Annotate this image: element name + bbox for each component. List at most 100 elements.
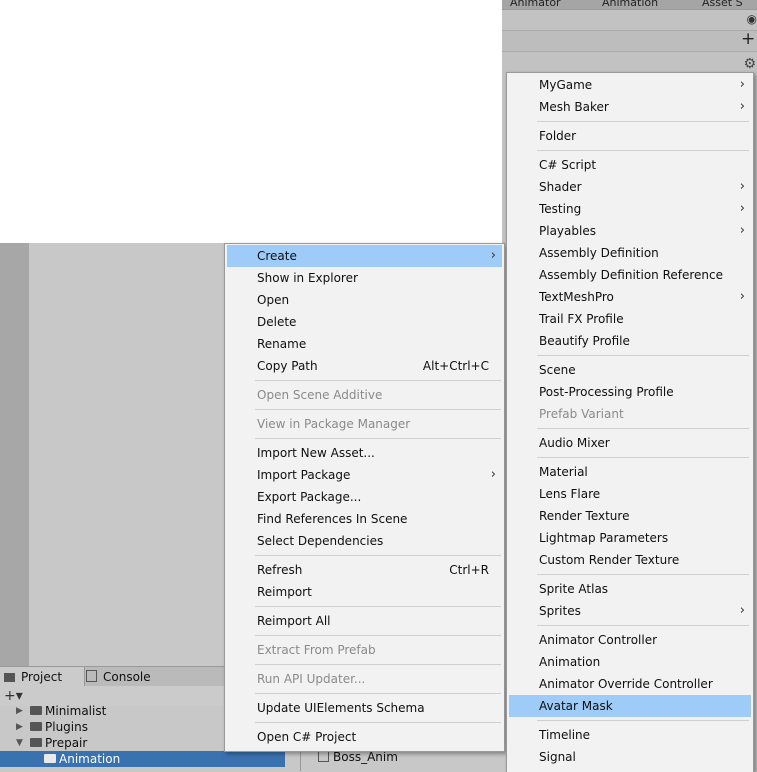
menu-item-open-scene-additive: Open Scene Additive <box>227 384 502 406</box>
tab-animator[interactable]: Animator <box>510 0 561 9</box>
submenu-item-material[interactable]: Material <box>509 461 751 483</box>
submenu-item-prefab-variant: Prefab Variant <box>509 403 751 425</box>
submenu-item-textmeshpro[interactable]: TextMeshPro › <box>509 286 751 308</box>
expand-arrow-icon[interactable]: ▶ <box>16 703 23 719</box>
menu-item-label: Open C# Project <box>257 730 357 744</box>
submenu-item-scene[interactable]: Scene <box>509 359 751 381</box>
chevron-right-icon: › <box>490 248 496 263</box>
animator-toolbar <box>502 30 757 52</box>
submenu-item-playables[interactable]: Playables › <box>509 220 751 242</box>
eye-icon[interactable]: ◉ <box>747 12 757 26</box>
hierarchy-area <box>29 243 224 666</box>
menu-item-label: Playables <box>539 224 596 238</box>
submenu-item-post-processing-profile[interactable]: Post-Processing Profile <box>509 381 751 403</box>
submenu-item-custom-render-texture[interactable]: Custom Render Texture <box>509 549 751 571</box>
menu-item-create[interactable]: Create › <box>227 245 502 267</box>
submenu-item-beautify-profile[interactable]: Beautify Profile <box>509 330 751 352</box>
menu-item-label: Assembly Definition <box>539 246 659 260</box>
menu-item-label: Import Package <box>257 468 351 482</box>
menu-separator <box>537 720 749 721</box>
submenu-item-folder[interactable]: Folder <box>509 125 751 147</box>
collapse-arrow-icon[interactable]: ▼ <box>16 735 23 751</box>
menu-item-export-package[interactable]: Export Package... <box>227 486 502 508</box>
animation-clip-icon <box>318 751 329 762</box>
menu-separator <box>255 606 501 607</box>
top-tab-bar: Animator Animation Asset S <box>502 0 757 10</box>
asset-item-boss-anim[interactable]: Boss_Anim <box>318 750 398 764</box>
menu-item-label: Run API Updater... <box>257 672 366 686</box>
expand-arrow-icon[interactable]: ▶ <box>16 719 23 735</box>
menu-separator <box>255 693 501 694</box>
submenu-item-signal[interactable]: Signal <box>509 746 751 768</box>
menu-separator <box>537 150 749 151</box>
menu-item-reimport[interactable]: Reimport <box>227 581 502 603</box>
menu-item-label: Update UIElements Schema <box>257 701 425 715</box>
tree-item-animation[interactable]: Animation <box>0 751 285 767</box>
submenu-item-trail-fx-profile[interactable]: Trail FX Profile <box>509 308 751 330</box>
menu-item-label: Delete <box>257 315 297 329</box>
menu-item-label: Copy Path <box>257 359 318 373</box>
chevron-right-icon: › <box>739 223 745 238</box>
submenu-item-audio-mixer[interactable]: Audio Mixer <box>509 432 751 454</box>
submenu-item-render-texture[interactable]: Render Texture <box>509 505 751 527</box>
menu-item-select-dependencies[interactable]: Select Dependencies <box>227 530 502 552</box>
menu-separator <box>255 722 501 723</box>
menu-item-update-uielements-schema[interactable]: Update UIElements Schema <box>227 697 502 719</box>
menu-item-label: Testing <box>539 202 582 216</box>
submenu-item-testing[interactable]: Testing › <box>509 198 751 220</box>
submenu-item-c-script[interactable]: C# Script <box>509 154 751 176</box>
menu-item-run-api-updater: Run API Updater... <box>227 668 502 690</box>
project-tab-bar: Project Console <box>0 666 224 688</box>
menu-item-label: Post-Processing Profile <box>539 385 674 399</box>
tab-animation[interactable]: Animation <box>602 0 658 9</box>
submenu-item-lens-flare[interactable]: Lens Flare <box>509 483 751 505</box>
add-icon[interactable]: + <box>741 30 755 50</box>
submenu-item-animator-override-controller[interactable]: Animator Override Controller <box>509 673 751 695</box>
tab-console[interactable]: Console <box>82 667 186 687</box>
menu-item-label: Scene <box>539 363 576 377</box>
menu-item-label: Custom Render Texture <box>539 553 680 567</box>
submenu-item-avatar-mask[interactable]: Avatar Mask <box>509 695 751 717</box>
menu-item-label: Assembly Definition Reference <box>539 268 724 282</box>
menu-item-label: Shader <box>539 180 582 194</box>
menu-item-rename[interactable]: Rename <box>227 333 502 355</box>
menu-item-open-c-project[interactable]: Open C# Project <box>227 726 502 748</box>
menu-item-delete[interactable]: Delete <box>227 311 502 333</box>
menu-item-open[interactable]: Open <box>227 289 502 311</box>
menu-item-import-package[interactable]: Import Package › <box>227 464 502 486</box>
gear-icon[interactable]: ⚙ <box>743 56 756 72</box>
menu-item-reimport-all[interactable]: Reimport All <box>227 610 502 632</box>
menu-separator <box>255 664 501 665</box>
submenu-item-mygame[interactable]: MyGame › <box>509 74 751 96</box>
submenu-item-mesh-baker[interactable]: Mesh Baker › <box>509 96 751 118</box>
submenu-item-shader[interactable]: Shader › <box>509 176 751 198</box>
folder-icon <box>4 673 15 682</box>
menu-separator <box>537 428 749 429</box>
menu-item-show-in-explorer[interactable]: Show in Explorer <box>227 267 502 289</box>
tab-project[interactable]: Project <box>0 667 85 687</box>
menu-item-label: Lens Flare <box>539 487 601 501</box>
menu-item-label: Refresh <box>257 563 303 577</box>
submenu-item-sprites[interactable]: Sprites › <box>509 600 751 622</box>
menu-separator <box>537 121 749 122</box>
submenu-item-sprite-atlas[interactable]: Sprite Atlas <box>509 578 751 600</box>
submenu-item-animation[interactable]: Animation <box>509 651 751 673</box>
menu-separator <box>537 457 749 458</box>
menu-item-label: Render Texture <box>539 509 630 523</box>
menu-item-label: Material <box>539 465 588 479</box>
menu-item-import-new-asset[interactable]: Import New Asset... <box>227 442 502 464</box>
menu-item-label: MyGame <box>539 78 593 92</box>
submenu-item-lightmap-parameters[interactable]: Lightmap Parameters <box>509 527 751 549</box>
submenu-item-assembly-definition-reference[interactable]: Assembly Definition Reference <box>509 264 751 286</box>
menu-item-label: Signal <box>539 750 576 764</box>
submenu-item-assembly-definition[interactable]: Assembly Definition <box>509 242 751 264</box>
menu-item-find-references-in-scene[interactable]: Find References In Scene <box>227 508 502 530</box>
scene-view-area <box>0 0 502 243</box>
menu-item-label: Open <box>257 293 290 307</box>
submenu-item-timeline[interactable]: Timeline <box>509 724 751 746</box>
menu-item-copy-path[interactable]: Copy Path Alt+Ctrl+C <box>227 355 502 377</box>
menu-item-refresh[interactable]: Refresh Ctrl+R <box>227 559 502 581</box>
menu-separator <box>255 409 501 410</box>
tab-asset-store[interactable]: Asset S <box>702 0 743 9</box>
submenu-item-animator-controller[interactable]: Animator Controller <box>509 629 751 651</box>
